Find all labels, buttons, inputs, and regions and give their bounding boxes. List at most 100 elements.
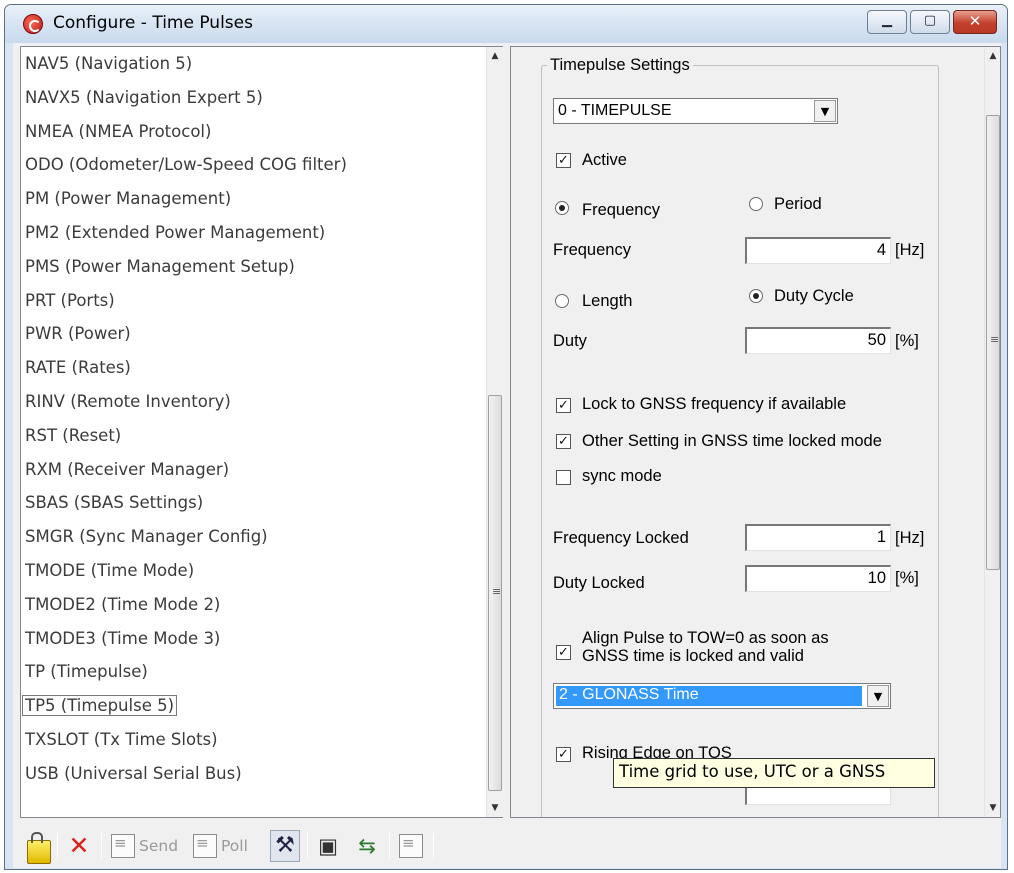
list-item-label: USB (Universal Serial Bus) bbox=[25, 763, 242, 783]
timepulse-select[interactable]: 0 - TIMEPULSE ▼ bbox=[553, 98, 838, 124]
title-bar[interactable]: Configure - Time Pulses ▁ ▢ ✕ bbox=[5, 5, 1007, 43]
period-radio-label: Period bbox=[774, 195, 822, 213]
align-pulse-checkbox[interactable]: ✓ bbox=[556, 645, 571, 660]
time-grid-select[interactable]: 2 - GLONASS Time ▼ bbox=[553, 683, 891, 709]
compare-button[interactable]: ⇆ bbox=[355, 831, 379, 861]
period-radio[interactable] bbox=[749, 197, 763, 211]
list-item[interactable]: PWR (Power) bbox=[21, 317, 486, 351]
duty-input[interactable]: 50 bbox=[745, 327, 891, 354]
list-item[interactable]: USB (Universal Serial Bus) bbox=[21, 757, 486, 791]
send-label: Send bbox=[139, 837, 179, 855]
length-radio[interactable] bbox=[555, 294, 569, 308]
list-item-label: SMGR (Sync Manager Config) bbox=[25, 527, 268, 547]
rising-edge-checkbox[interactable]: ✓ bbox=[556, 747, 571, 762]
list-item[interactable]: RXM (Receiver Manager) bbox=[21, 453, 486, 487]
list-item-label: RXM (Receiver Manager) bbox=[25, 459, 230, 479]
list-item[interactable]: PM2 (Extended Power Management) bbox=[21, 216, 486, 250]
group-title: Timepulse Settings bbox=[547, 56, 693, 75]
message-list-scrollbar[interactable]: ▲ ≡ ▼ bbox=[486, 47, 503, 817]
poll-icon bbox=[193, 834, 217, 858]
list-item[interactable]: RATE (Rates) bbox=[21, 351, 486, 385]
list-item[interactable]: RINV (Remote Inventory) bbox=[21, 385, 486, 419]
save-config-button[interactable]: ▣ bbox=[316, 831, 340, 861]
settings-scrollbar[interactable]: ▲ ≡ ▼ bbox=[984, 47, 1000, 817]
toolbar-separator bbox=[101, 833, 102, 859]
list-item[interactable]: TMODE2 (Time Mode 2) bbox=[21, 588, 486, 622]
list-item[interactable]: TP (Timepulse) bbox=[21, 655, 486, 689]
timepulse-select-value: 0 - TIMEPULSE bbox=[558, 102, 672, 119]
lock-button[interactable] bbox=[27, 831, 51, 864]
list-item[interactable]: PRT (Ports) bbox=[21, 284, 486, 318]
delete-button[interactable]: ✕ bbox=[67, 831, 91, 861]
list-item-label: TXSLOT (Tx Time Slots) bbox=[25, 729, 218, 749]
close-icon: ✕ bbox=[968, 12, 982, 30]
close-button[interactable]: ✕ bbox=[953, 10, 997, 34]
time-grid-select-value: 2 - GLONASS Time bbox=[556, 686, 862, 706]
list-item-label: NMEA (NMEA Protocol) bbox=[25, 121, 212, 141]
wizard-button[interactable]: ⚒ bbox=[270, 830, 300, 862]
list-item-label: RST (Reset) bbox=[25, 425, 122, 445]
bottom-toolbar: ✕ Send Poll ⚒ ▣ ⇆ bbox=[13, 823, 1001, 868]
toolbar-separator bbox=[307, 833, 308, 859]
configure-window: Configure - Time Pulses ▁ ▢ ✕ NAV5 (Navi… bbox=[4, 4, 1008, 870]
sync-mode-checkbox[interactable] bbox=[556, 470, 571, 485]
list-item[interactable]: RST (Reset) bbox=[21, 419, 486, 453]
freq-locked-input[interactable]: 1 bbox=[745, 524, 891, 551]
list-item[interactable]: TMODE (Time Mode) bbox=[21, 554, 486, 588]
frequency-radio[interactable] bbox=[555, 201, 569, 215]
align-pulse-label-line2: GNSS time is locked and valid bbox=[582, 647, 804, 665]
duty-locked-input[interactable]: 10 bbox=[745, 565, 891, 592]
compare-icon: ⇆ bbox=[358, 834, 376, 858]
list-item[interactable]: PM (Power Management) bbox=[21, 182, 486, 216]
list-item-label: TP (Timepulse) bbox=[25, 662, 148, 682]
list-item[interactable]: SMGR (Sync Manager Config) bbox=[21, 520, 486, 554]
list-item[interactable]: NAV5 (Navigation 5) bbox=[21, 47, 486, 81]
length-radio-label: Length bbox=[582, 292, 633, 310]
chevron-down-icon[interactable]: ▼ bbox=[814, 100, 836, 122]
duty-locked-label: Duty Locked bbox=[553, 574, 645, 592]
frequency-unit: [Hz] bbox=[895, 241, 925, 259]
export-button[interactable] bbox=[399, 831, 423, 861]
list-item-label: PM2 (Extended Power Management) bbox=[25, 222, 326, 242]
active-checkbox[interactable]: ✓ bbox=[556, 153, 571, 168]
send-button[interactable]: Send bbox=[111, 831, 178, 861]
settings-pane: Timepulse Settings 0 - TIMEPULSE ▼ ✓ Act… bbox=[510, 46, 1001, 818]
list-item[interactable]: TP5 (Timepulse 5) bbox=[21, 689, 486, 723]
maximize-icon: ▢ bbox=[923, 13, 937, 28]
scroll-down-arrow-icon[interactable]: ▼ bbox=[487, 803, 503, 813]
scroll-up-arrow-icon[interactable]: ▲ bbox=[985, 51, 1000, 61]
minimize-button[interactable]: ▁ bbox=[867, 10, 907, 34]
list-item[interactable]: PMS (Power Management Setup) bbox=[21, 250, 486, 284]
align-pulse-label-line1: Align Pulse to TOW=0 as soon as bbox=[582, 629, 829, 647]
minimize-icon: ▁ bbox=[882, 13, 892, 28]
list-item[interactable]: NAVX5 (Navigation Expert 5) bbox=[21, 81, 486, 115]
list-item-label: ODO (Odometer/Low-Speed COG filter) bbox=[25, 155, 347, 175]
list-item-label: PRT (Ports) bbox=[25, 290, 115, 310]
list-item[interactable]: ODO (Odometer/Low-Speed COG filter) bbox=[21, 148, 486, 182]
scroll-thumb[interactable]: ≡ bbox=[488, 395, 502, 791]
tooltip: Time grid to use, UTC or a GNSS bbox=[613, 758, 935, 788]
toolbar-separator bbox=[57, 833, 58, 859]
chevron-down-icon[interactable]: ▼ bbox=[867, 685, 889, 707]
list-item[interactable]: SBAS (SBAS Settings) bbox=[21, 486, 486, 520]
list-item[interactable]: NMEA (NMEA Protocol) bbox=[21, 115, 486, 149]
list-item-label: TMODE2 (Time Mode 2) bbox=[25, 594, 221, 614]
scroll-up-arrow-icon[interactable]: ▲ bbox=[487, 51, 503, 61]
list-item-label: PWR (Power) bbox=[25, 324, 131, 344]
scroll-thumb[interactable]: ≡ bbox=[986, 115, 1000, 570]
poll-button[interactable]: Poll bbox=[193, 831, 248, 861]
lock-gnss-checkbox[interactable]: ✓ bbox=[556, 398, 571, 413]
list-item[interactable]: TMODE3 (Time Mode 3) bbox=[21, 622, 486, 656]
freq-locked-label: Frequency Locked bbox=[553, 529, 689, 547]
duty-cycle-radio[interactable] bbox=[749, 289, 763, 303]
frequency-input[interactable]: 4 bbox=[745, 237, 891, 264]
duty-label: Duty bbox=[553, 332, 587, 350]
maximize-button[interactable]: ▢ bbox=[910, 10, 950, 34]
message-list[interactable]: NAV5 (Navigation 5) NAVX5 (Navigation Exp… bbox=[21, 47, 486, 791]
list-item[interactable]: TXSLOT (Tx Time Slots) bbox=[21, 723, 486, 757]
scroll-down-arrow-icon[interactable]: ▼ bbox=[985, 803, 1000, 813]
toolbar-separator bbox=[433, 833, 434, 859]
other-setting-checkbox[interactable]: ✓ bbox=[556, 434, 571, 449]
frequency-radio-label: Frequency bbox=[582, 201, 660, 219]
app-icon[interactable] bbox=[23, 14, 43, 34]
